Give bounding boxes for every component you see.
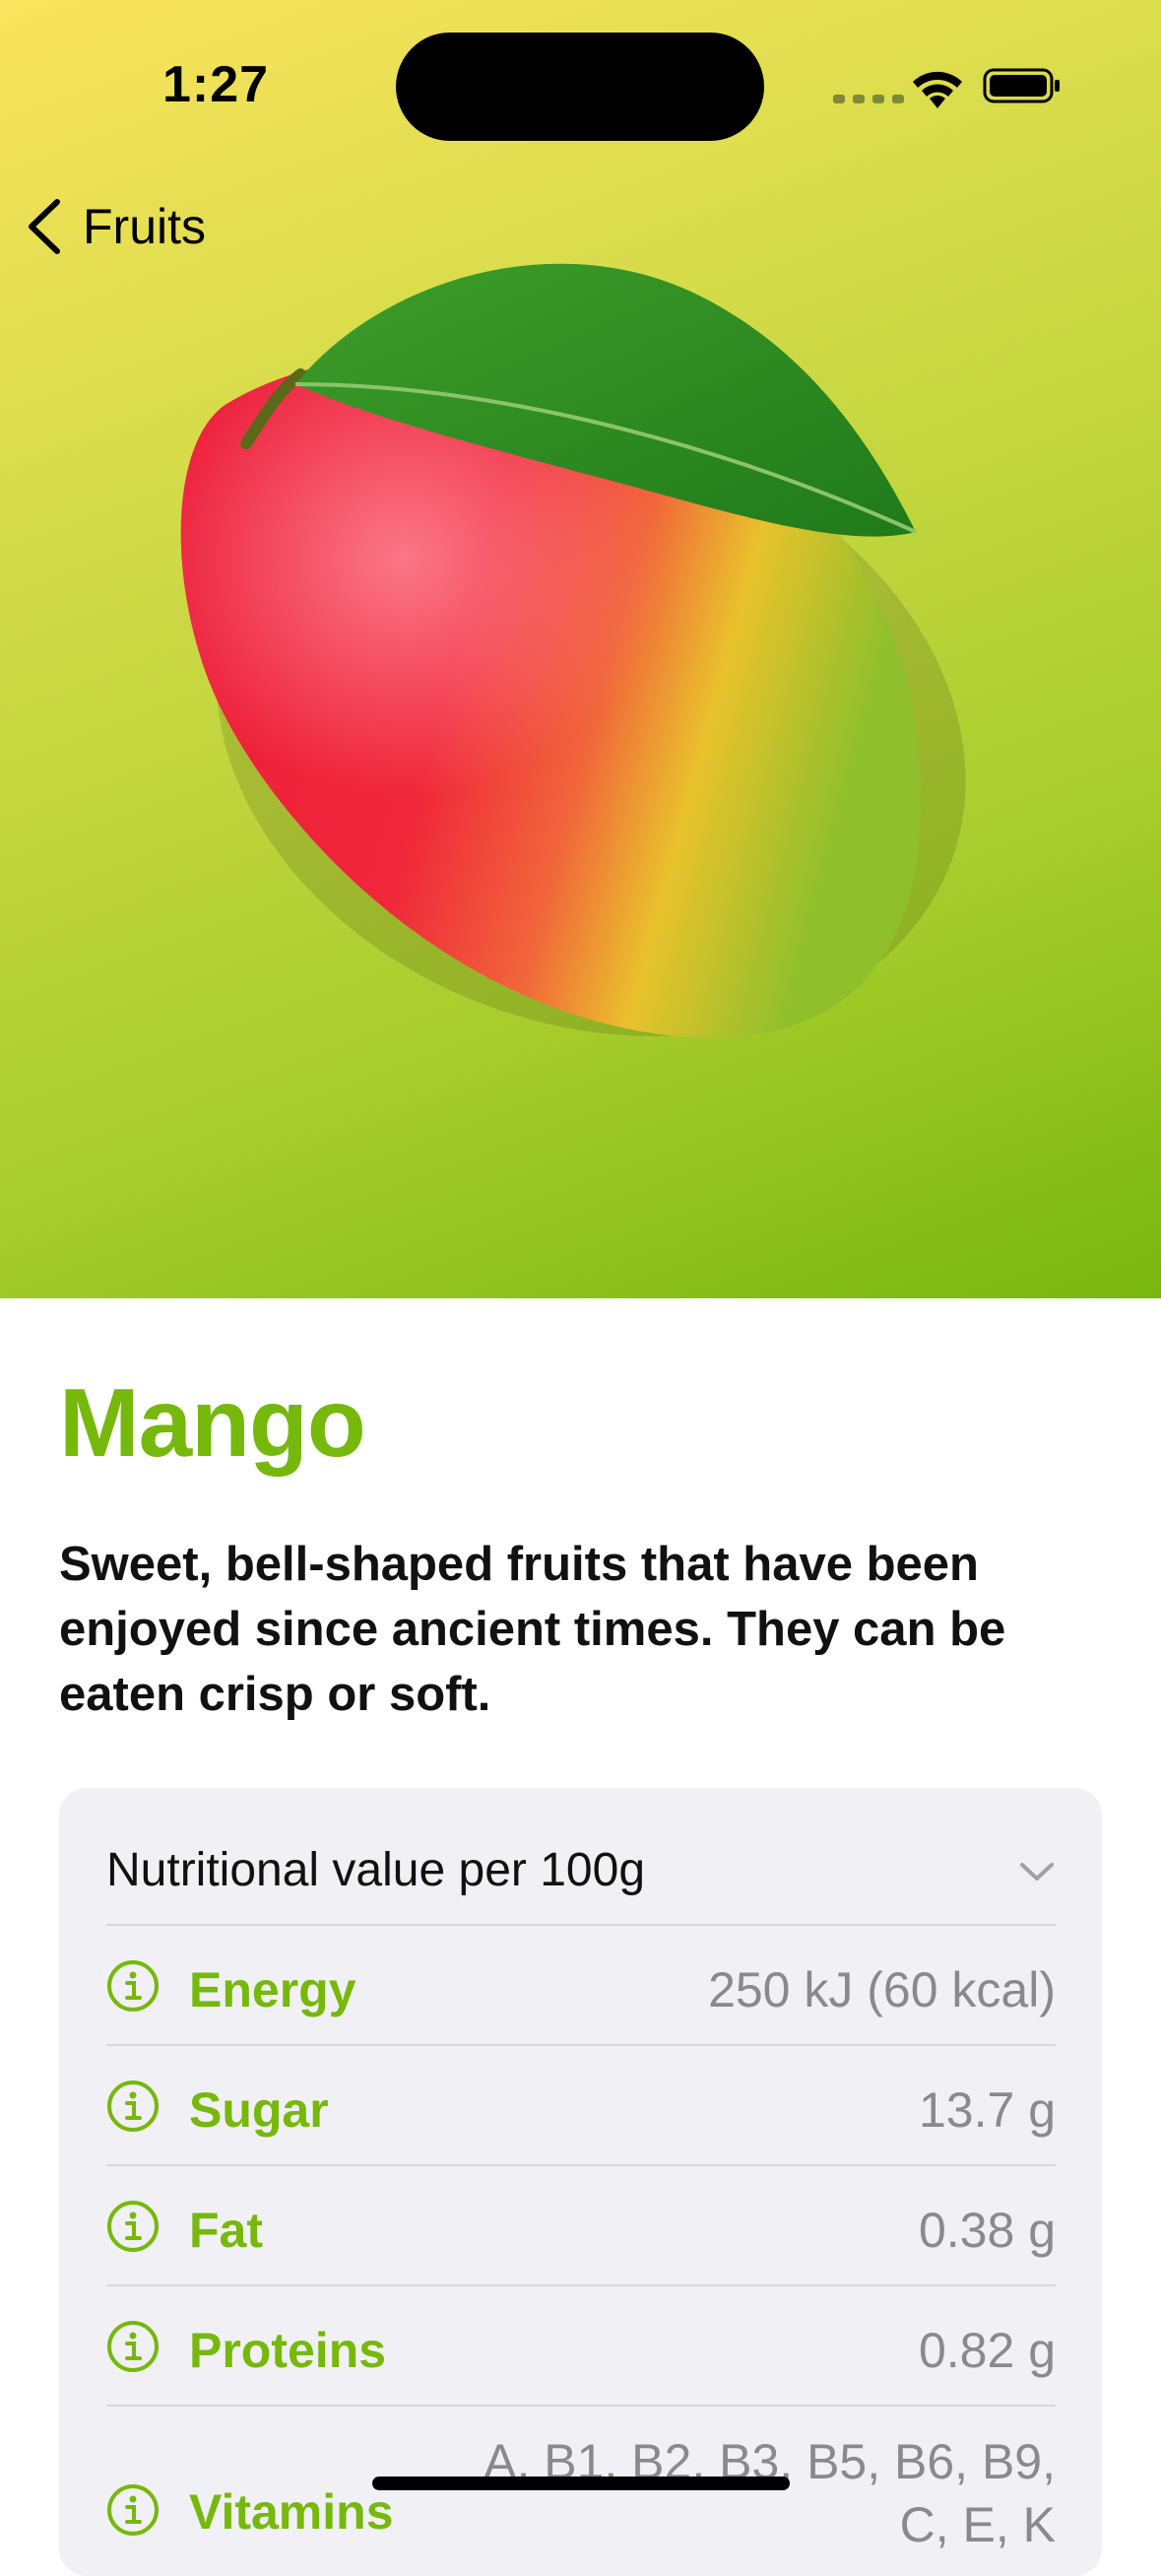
chevron-down-icon bbox=[1020, 1863, 1054, 1881]
home-indicator[interactable] bbox=[372, 2477, 790, 2490]
nutrition-label: Energy bbox=[189, 1962, 356, 2017]
nutrition-row-fat: Fat 0.38 g bbox=[106, 2166, 1056, 2286]
fruit-description: Sweet, bell-shaped fruits that have been… bbox=[59, 1538, 1006, 1721]
nutrition-label: Sugar bbox=[189, 2082, 329, 2138]
nutrition-label: Vitamins bbox=[189, 2484, 394, 2540]
nutrition-row-proteins: Proteins 0.82 g bbox=[106, 2286, 1056, 2407]
nutrition-row-sugar: Sugar 13.7 g bbox=[106, 2046, 1056, 2166]
nutrition-value: A, B1, B2, B3, B5, B6, B9, C, E, K bbox=[484, 2434, 1056, 2552]
status-time: 1:27 bbox=[162, 56, 270, 113]
nutrition-value: 0.38 g bbox=[918, 2203, 1056, 2258]
cellular-signal-icon bbox=[833, 95, 904, 103]
nutrition-title: Nutritional value per 100g bbox=[106, 1844, 646, 1896]
nutrition-value: 13.7 g bbox=[918, 2082, 1056, 2138]
hero-header: 1:27 Fruits bbox=[0, 0, 1161, 1298]
nutrition-row-vitamins: Vitamins A, B1, B2, B3, B5, B6, B9, C, E… bbox=[106, 2407, 1056, 2576]
info-circle-icon[interactable] bbox=[106, 1959, 160, 2013]
nutrition-value: 0.82 g bbox=[918, 2323, 1056, 2378]
battery-icon bbox=[983, 68, 1060, 103]
fruit-details: Mango Sweet, bell-shaped fruits that hav… bbox=[0, 1298, 1161, 2576]
nutrition-label: Proteins bbox=[189, 2323, 387, 2378]
info-circle-icon[interactable] bbox=[106, 2200, 160, 2253]
status-bar: 1:27 bbox=[0, 0, 1161, 148]
dynamic-island bbox=[396, 33, 764, 141]
nutrition-label: Fat bbox=[189, 2203, 263, 2258]
info-circle-icon[interactable] bbox=[106, 2483, 160, 2537]
info-circle-icon[interactable] bbox=[106, 2080, 160, 2133]
mango-image bbox=[180, 263, 966, 1038]
fruit-title: Mango bbox=[59, 1368, 366, 1477]
chevron-left-icon bbox=[29, 199, 60, 254]
info-circle-icon[interactable] bbox=[106, 2320, 160, 2373]
nutrition-value: 250 kJ (60 kcal) bbox=[708, 1962, 1056, 2017]
nutrition-disclosure-header[interactable]: Nutritional value per 100g bbox=[106, 1788, 1056, 1926]
nutrition-card: Nutritional value per 100g Energy 250 kJ… bbox=[59, 1788, 1102, 2576]
nutrition-row-energy: Energy 250 kJ (60 kcal) bbox=[106, 1926, 1056, 2046]
wifi-icon bbox=[913, 71, 962, 108]
